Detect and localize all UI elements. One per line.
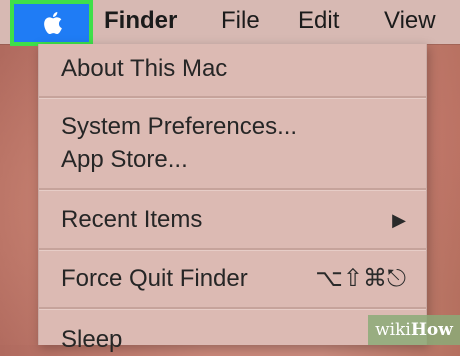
apple-logo-icon	[43, 12, 62, 35]
keyboard-shortcut: ⌥⇧⌘⎋	[315, 265, 406, 292]
menubar-finder[interactable]: Finder	[104, 5, 177, 37]
wikihow-watermark: wikiHow	[368, 315, 460, 345]
menu-item-app-store[interactable]: App Store...	[61, 144, 406, 176]
submenu-arrow-icon: ▶	[392, 210, 406, 230]
watermark-suffix: How	[410, 320, 453, 340]
menu-item-sleep[interactable]: Sleep	[61, 324, 406, 356]
watermark-prefix: wiki	[375, 320, 411, 340]
apple-menu-dropdown: About This Mac System Preferences... App…	[38, 44, 427, 353]
menu-item-label: About This Mac	[61, 55, 228, 82]
apple-menu-button[interactable]	[10, 0, 93, 46]
menu-separator	[39, 96, 426, 99]
menu-item-force-quit-finder[interactable]: Force Quit Finder ⌥⇧⌘⎋	[61, 263, 406, 295]
menu-item-label: Recent Items	[61, 206, 203, 233]
menubar-edit[interactable]: Edit	[298, 5, 339, 37]
menu-item-recent-items[interactable]: Recent Items ▶	[61, 204, 406, 236]
menu-separator	[39, 248, 426, 251]
menu-item-label: Sleep	[61, 326, 123, 353]
menu-bar: Finder File Edit View	[0, 0, 460, 46]
menu-separator	[39, 188, 426, 191]
menu-item-label: App Store...	[61, 146, 188, 173]
menu-item-label: Force Quit Finder	[61, 265, 248, 292]
menubar-file[interactable]: File	[221, 5, 260, 37]
menu-separator	[39, 307, 426, 310]
menu-item-system-preferences[interactable]: System Preferences...	[61, 111, 406, 143]
menu-item-label: System Preferences...	[61, 113, 298, 140]
menubar-view[interactable]: View	[384, 5, 436, 37]
menu-item-about-this-mac[interactable]: About This Mac	[61, 53, 406, 85]
